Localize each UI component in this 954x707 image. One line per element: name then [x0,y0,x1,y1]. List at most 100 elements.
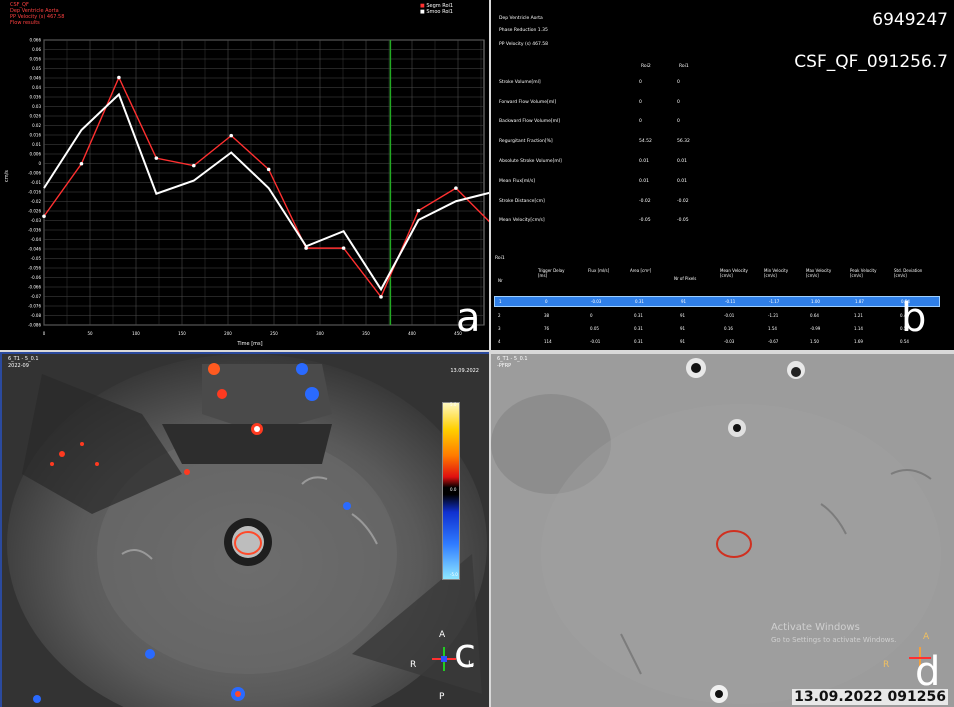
table-title: Roi1 [495,256,505,261]
data-point [42,214,46,219]
y-tick-label: 0.02 [32,123,41,128]
data-point [191,163,196,168]
y-axis-label: cm/s [4,170,10,182]
y-tick-label: -0.056 [28,266,41,271]
x-tick-label: 200 [224,331,232,336]
param-row: Mean Flux[ml/s] 0.01 0.01 [499,179,688,184]
image-info-line: -PFRP [497,363,512,369]
y-tick-label: -0.02 [31,199,42,204]
mri-phase-image [2,354,489,707]
image-date: 13.09.2022 [450,368,479,374]
series-id: CSF_QF_091256.7 [794,52,948,72]
orientation-anterior: A [923,632,930,642]
y-tick-label: 0.036 [30,95,42,100]
data-point [154,156,159,160]
y-tick-label: 0 [38,161,41,166]
y-tick-label: -0.07 [31,294,42,299]
y-tick-label: 0.03 [32,104,41,109]
y-tick-label: -0.016 [28,190,41,195]
y-tick-label: -0.026 [28,209,41,214]
results-header-line: Phase Reduction 1.35 [499,28,548,33]
table-row[interactable]: 3 76 0.05 0.31 91 0.16 1.54 -0.99 1.14 0.56 [494,324,938,333]
column-head-roi1: Roi1 [679,64,689,69]
y-tick-label: 0.04 [32,85,41,90]
x-axis-label: Time [ms] [236,341,262,347]
column-head-roi2: Roi2 [641,64,651,69]
y-tick-label: -0.05 [31,256,42,261]
panel-divider-horizontal [0,350,954,352]
phase-gray-image-panel[interactable]: 6_T1 - 5_0.1 -PFRP Activate Windows Go t… [491,352,954,707]
data-point [117,75,121,80]
data-point [416,208,421,213]
y-tick-label: -0.046 [28,247,41,252]
y-tick-label: 0.066 [30,38,42,43]
orientation-posterior: P [439,692,445,702]
panel-letter: b [901,295,927,341]
image-info-line: 2022-09 [8,363,29,369]
param-row: Absolute Stroke Volume[ml] 0.01 0.01 [499,159,688,164]
orientation-right: R [883,660,890,670]
velocity-chart: 0.066 0.06 0.056 0.05 0.046 0.04 0.036 0.03 0.02… [4,38,489,347]
y-tick-label: -0.04 [31,237,42,242]
param-row: Regurgitant Fraction[%] 54.52 56.32 [499,139,690,144]
table-row[interactable]: 1 0 -0.03 0.31 91 -0.11 -1.17 1.00 1.87 0.54 [494,296,940,307]
flow-results-panel: Dep Ventricle Aorta Phase Reduction 1.35… [491,0,954,350]
x-tick-label: 50 [87,331,93,336]
y-tick-label: -0.006 [28,171,41,176]
y-tick-label: -0.086 [28,323,41,328]
x-tick-label: 100 [132,331,140,336]
param-row: Forward Flow Volume[ml] 0 0 [499,100,680,105]
flow-curve-panel: CSF_QF Dep Ventricle Aorta PP Velocity (… [0,0,489,350]
watermark-title: Activate Windows [771,622,860,633]
y-tick-label: -0.036 [28,228,41,233]
data-point [379,295,383,299]
orientation-anterior: A [439,630,446,640]
param-row: Mean Velocity[cm/s] -0.05 -0.05 [499,218,689,223]
y-tick-label: 0.046 [30,76,42,81]
table-header-row: Nr Trigger Delay [ms] Flux [ml/s] Area [… [498,268,923,283]
image-info-line: 6_T1 - 5_0.1 [8,356,39,362]
param-row: Stroke Distance[cm] -0.02 -0.02 [499,199,689,204]
patient-id: 6949247 [872,10,948,30]
colorbar-label-max: 5.0 [450,402,457,407]
orientation-cross-icon [432,647,456,671]
x-tick-label: 400 [408,331,416,336]
data-point [454,186,458,190]
panel-letter: a [456,295,481,341]
panel-letter: d [915,649,941,695]
image-info-line: 6_T1 - 5_0.1 [497,356,528,362]
y-tick-label: -0.066 [28,285,41,290]
y-tick-label: -0.01 [31,180,42,185]
table-row[interactable]: 2 38 0 0.31 91 -0.01 -1.21 0.64 1.21 0.49 [494,311,938,320]
x-tick-label: 150 [178,331,186,336]
y-tick-label: 0.05 [32,66,41,71]
image-date: 13.09.2022 091256 [792,689,948,705]
data-point [79,161,84,166]
y-tick-label: -0.08 [31,313,42,318]
mri-gray-image [491,354,954,707]
y-tick-label: 0.01 [32,142,41,147]
panel-divider-vertical [489,0,491,707]
y-tick-label: -0.076 [28,304,41,309]
x-tick-label: 300 [316,331,324,336]
data-point [229,133,234,138]
param-row: Stroke Volume[ml] 0 0 [499,80,680,85]
data-point [266,167,271,172]
colorbar-label-min: -5.0 [450,572,458,577]
y-tick-label: 0.026 [30,114,42,119]
y-tick-label: 0.006 [30,152,42,157]
data-point [341,246,346,250]
orientation-right: R [410,660,417,670]
phase-color-image-panel[interactable]: 6_T1 - 5_0.1 2022-09 13.09.2022 5.0 0.0 … [0,352,489,707]
x-tick-label: 0 [43,331,46,336]
results-header-line: PP Velocity (s) 467.58 [499,42,548,47]
y-tick-label: 0.056 [30,57,42,62]
y-tick-label: -0.06 [31,275,42,280]
watermark-subtitle: Go to Settings to activate Windows. [771,636,897,644]
table-row[interactable]: 4 114 -0.01 0.31 91 -0.03 -0.67 1.50 1.69 0.54 [494,337,938,346]
y-tick-label: 0.016 [30,133,42,138]
x-tick-label: 250 [270,331,278,336]
panel-letter: c [454,631,476,677]
colorbar-label-zero: 0.0 [450,487,457,492]
results-header-line: Dep Ventricle Aorta [499,16,543,21]
